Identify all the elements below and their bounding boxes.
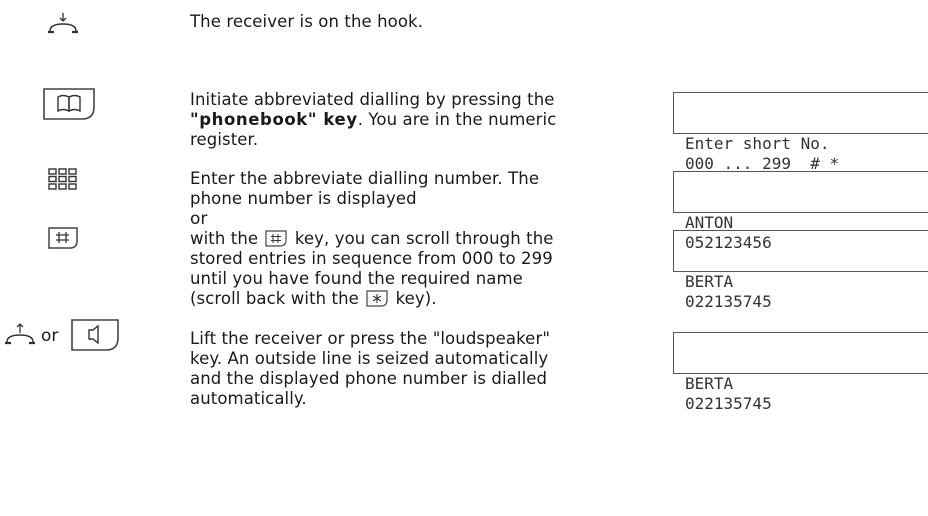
step-phonebook-text: Initiate abbreviated dialling by pressin… xyxy=(190,90,560,150)
step-hook-text: The receiver is on the hook. xyxy=(190,12,424,31)
display-line-1: BERTA xyxy=(685,374,734,393)
or-label: or xyxy=(41,326,59,346)
display-berta-dialled: BERTA 022135745 xyxy=(673,332,928,413)
hash-key-icon xyxy=(265,230,288,247)
phonebook-key-label: "phonebook" key xyxy=(190,110,358,129)
step-scroll-text: with the key, you can scroll through the… xyxy=(190,229,560,309)
step-scroll-text-pre: with the xyxy=(190,229,264,248)
display-anton: ANTON 052123456 xyxy=(673,171,928,252)
step-phonebook-text-pre: Initiate abbreviated dialling by pressin… xyxy=(190,90,555,109)
receiver-lift-icon xyxy=(5,323,35,345)
keypad-icon xyxy=(48,168,77,190)
display-line-2: 022135745 xyxy=(685,292,772,311)
hash-key-icon xyxy=(48,227,78,249)
phonebook-key-icon xyxy=(43,88,95,120)
receiver-on-hook-icon xyxy=(48,13,78,34)
star-key-icon xyxy=(366,290,388,307)
step-scroll-text-post: key). xyxy=(390,289,437,308)
display-line-1: Enter short No. xyxy=(685,134,830,153)
display-berta-scroll: BERTA 022135745 xyxy=(673,230,928,311)
display-line-2: 022135745 xyxy=(685,394,772,413)
step-keypad-text: Enter the abbreviate dialling number. Th… xyxy=(190,169,540,208)
display-line-1: BERTA xyxy=(685,272,734,291)
step-lift-text: Lift the receiver or press the "loudspea… xyxy=(190,329,551,408)
loudspeaker-key-icon xyxy=(71,319,119,351)
or-label: or xyxy=(190,209,208,229)
display-enter-short-no: Enter short No. 000 ... 299 # * xyxy=(673,92,928,173)
